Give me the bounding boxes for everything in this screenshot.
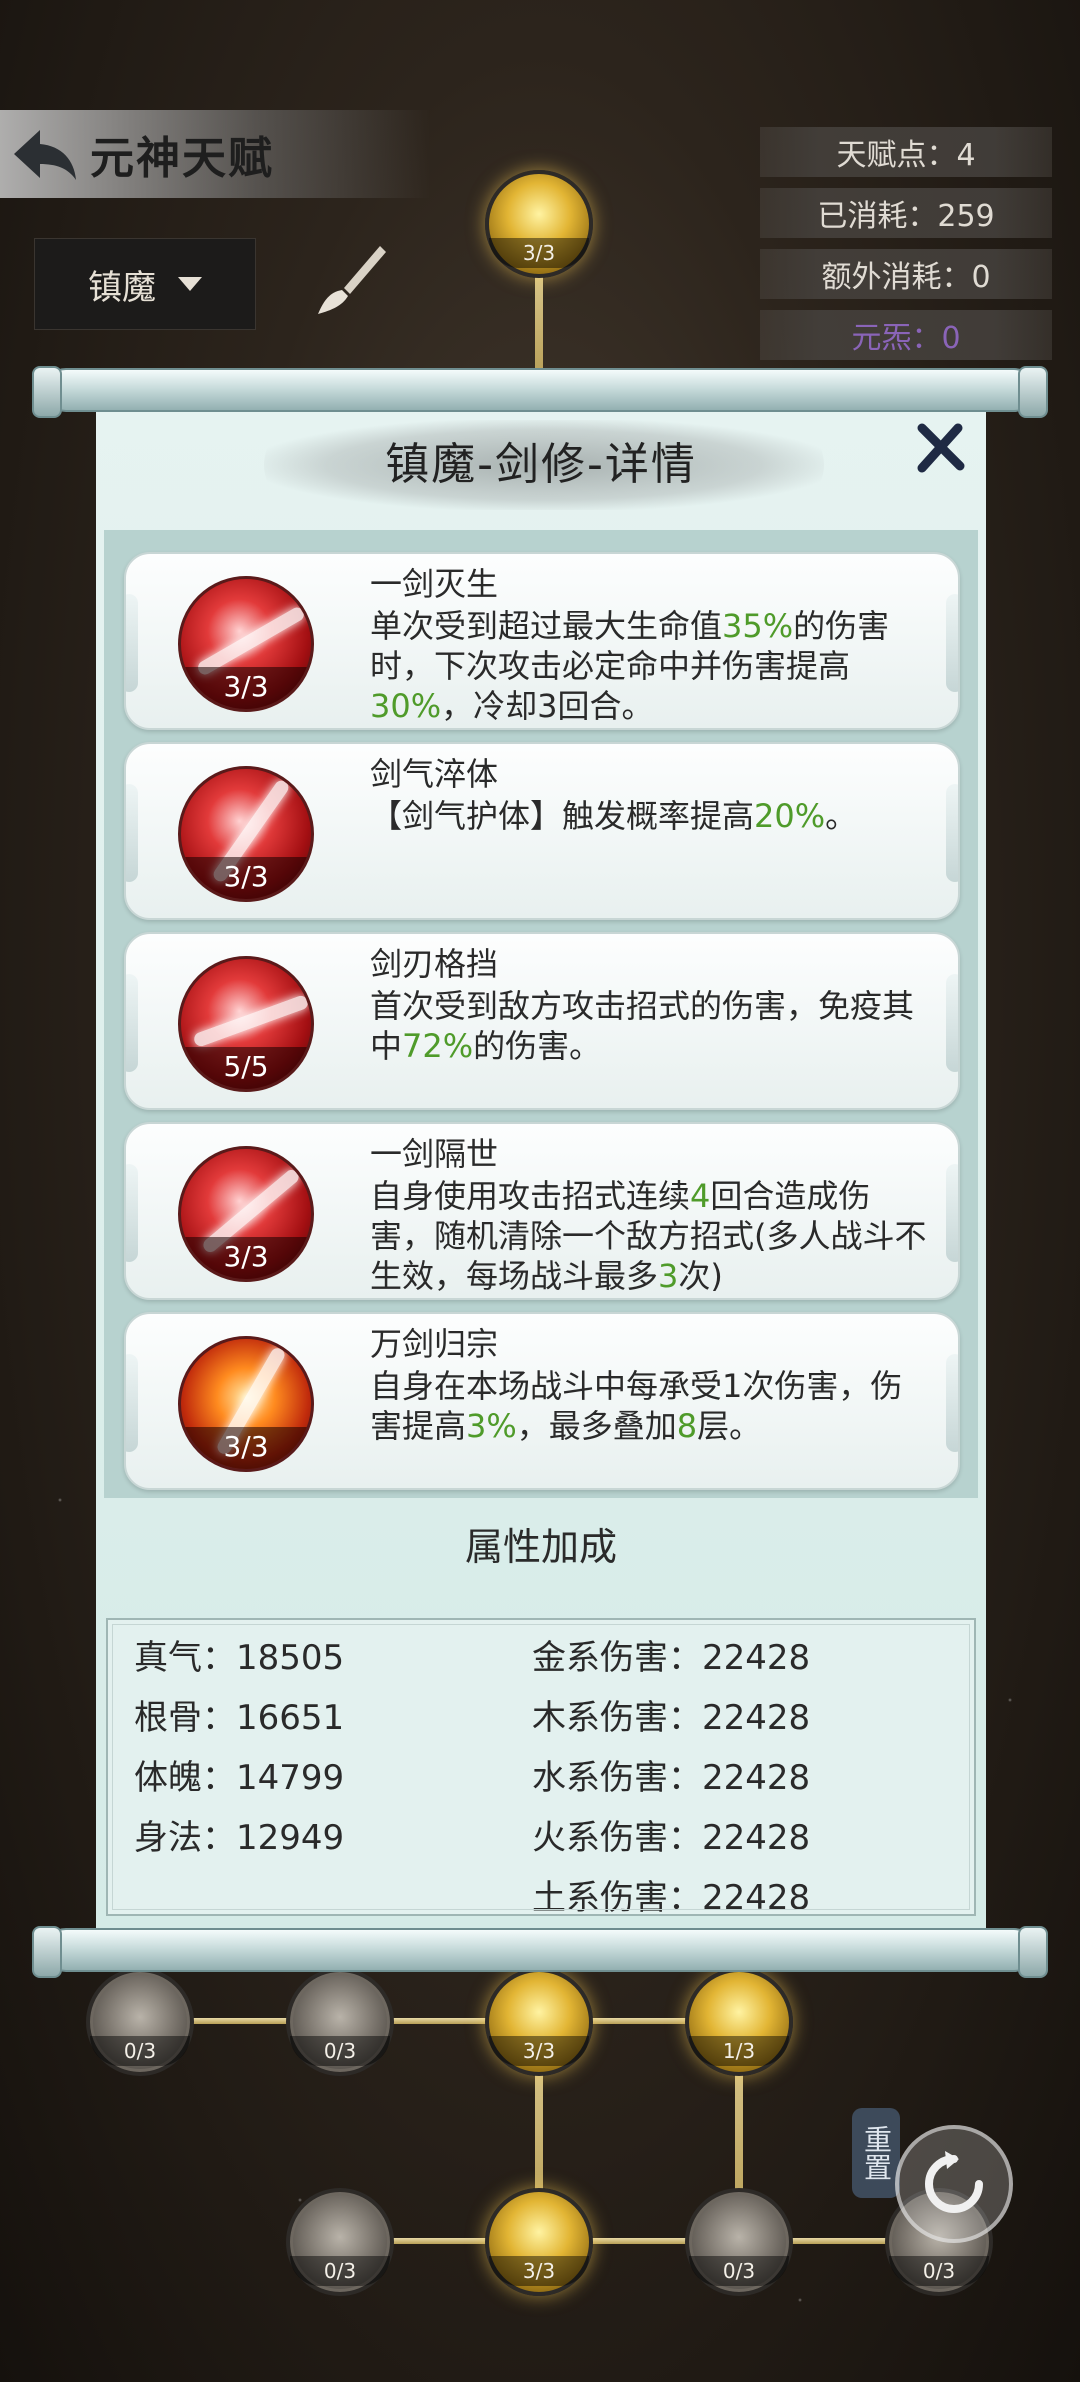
skill-card[interactable]: 3/3 剑气淬体 【剑气护体】触发概率提高20%。 [124,742,960,920]
skill-list: 3/3 一剑灭生 单次受到超过最大生命值35%的伤害时，下次攻击必定命中并伤害提… [104,530,978,1498]
talent-node-count: 0/3 [689,2256,789,2286]
reset-label[interactable]: 重置 [852,2108,900,2198]
skill-card[interactable]: 3/3 一剑灭生 单次受到超过最大生命值35%的伤害时，下次攻击必定命中并伤害提… [124,552,960,730]
skill-description: 【剑气护体】触发概率提高20%。 [370,797,858,835]
attr-right: 水系伤害：22428 [532,1758,811,1798]
skill-name: 剑气淬体 [370,755,499,793]
close-icon [917,423,965,473]
back-arrow-icon [14,130,76,180]
attr-left: 真气：18505 [134,1638,345,1678]
skill-level: 3/3 [181,1237,311,1279]
close-button[interactable] [908,416,972,480]
attr-right: 土系伤害：22428 [532,1878,811,1918]
skill-name: 万剑归宗 [370,1325,499,1363]
skill-name: 一剑隔世 [370,1135,499,1173]
talent-node[interactable]: 3/3 [485,2188,593,2296]
skill-name: 一剑灭生 [370,565,499,603]
talent-node[interactable]: 0/3 [685,2188,793,2296]
attr-left: 根骨：16651 [134,1698,345,1738]
talent-node-count: 3/3 [489,2256,589,2286]
details-scroll-panel: 镇魔-剑修-详情 3/3 一剑灭生 单次受到超过最大生命值35%的伤害时，下次攻… [96,400,986,1930]
brush-icon[interactable] [310,240,390,320]
skill-description: 首次受到敌方攻击招式的伤害，免疫其中72%的伤害。 [370,987,915,1065]
skill-name: 剑刃格挡 [370,945,499,983]
attribute-table: 真气：18505 根骨：16651 体魄：14799 身法：12949 金系伤害… [106,1618,976,1918]
yuanxiao-stat: 元炁：0 [760,310,1052,360]
page-title: 元神天赋 [90,133,274,184]
chevron-down-icon [178,277,202,291]
talent-points-stat: 天赋点：4 [760,127,1052,177]
talent-node-count: 1/3 [689,2036,789,2066]
scroll-top-rod [32,366,1048,418]
talent-node-count: 0/3 [90,2036,190,2066]
sword-skill-icon: 3/3 [178,1336,314,1472]
tree-connector [340,2238,940,2244]
talent-node-count: 0/3 [290,2036,390,2066]
sword-skill-icon: 3/3 [178,1146,314,1282]
sect-dropdown-value: 镇魔 [88,267,156,308]
sword-skill-icon: 5/5 [178,956,314,1092]
talent-node[interactable]: 1/3 [685,1968,793,2076]
attribute-bonus-title: 属性加成 [464,1525,617,1569]
reset-button[interactable] [895,2125,1013,2243]
attr-right: 金系伤害：22428 [532,1638,811,1678]
scroll-bottom-rod [32,1926,1048,1978]
talent-node[interactable]: 3/3 [485,1968,593,2076]
skill-level: 3/3 [181,667,311,709]
sword-skill-icon: 3/3 [178,576,314,712]
talent-node-count: 3/3 [489,2036,589,2066]
skill-card[interactable]: 3/3 万剑归宗 自身在本场战斗中每承受1次伤害，伤害提高3%，最多叠加8层。 [124,1312,960,1490]
sword-skill-icon: 3/3 [178,766,314,902]
talent-node[interactable]: 0/3 [286,2188,394,2296]
skill-description: 自身在本场战斗中每承受1次伤害，伤害提高3%，最多叠加8层。 [370,1367,903,1445]
talent-node-count: 3/3 [489,238,589,268]
talent-node[interactable]: 3/3 [485,170,593,278]
panel-title: 镇魔-剑修-详情 [385,439,697,490]
talent-node[interactable]: 0/3 [286,1968,394,2076]
attr-right: 火系伤害：22428 [532,1818,811,1858]
sect-dropdown[interactable]: 镇魔 [34,238,256,330]
panel-header: 镇魔-剑修-详情 [96,400,986,520]
talent-node-count: 0/3 [889,2256,989,2286]
skill-card[interactable]: 5/5 剑刃格挡 首次受到敌方攻击招式的伤害，免疫其中72%的伤害。 [124,932,960,1110]
talent-node-count: 0/3 [290,2256,390,2286]
header-bar: 元神天赋 [0,110,430,198]
refresh-icon [925,2151,983,2213]
attr-left: 身法：12949 [134,1818,345,1858]
back-button[interactable] [0,110,90,198]
skill-level: 3/3 [181,1427,311,1469]
talent-node[interactable]: 0/3 [86,1968,194,2076]
skill-level: 3/3 [181,857,311,899]
skill-description: 单次受到超过最大生命值35%的伤害时，下次攻击必定命中并伤害提高30%，冷却3回… [370,607,890,724]
attr-right: 木系伤害：22428 [532,1698,811,1738]
skill-card[interactable]: 3/3 一剑隔世 自身使用攻击招式连续4回合造成伤害，随机清除一个敌方招式(多人… [124,1122,960,1300]
skill-description: 自身使用攻击招式连续4回合造成伤害，随机清除一个敌方招式(多人战斗不生效，每场战… [370,1177,927,1294]
tree-connector [140,2018,740,2024]
skill-level: 5/5 [181,1047,311,1089]
extra-consumed-stat: 额外消耗：0 [760,249,1052,299]
attr-left: 体魄：14799 [134,1758,345,1798]
consumed-stat: 已消耗：259 [760,188,1052,238]
